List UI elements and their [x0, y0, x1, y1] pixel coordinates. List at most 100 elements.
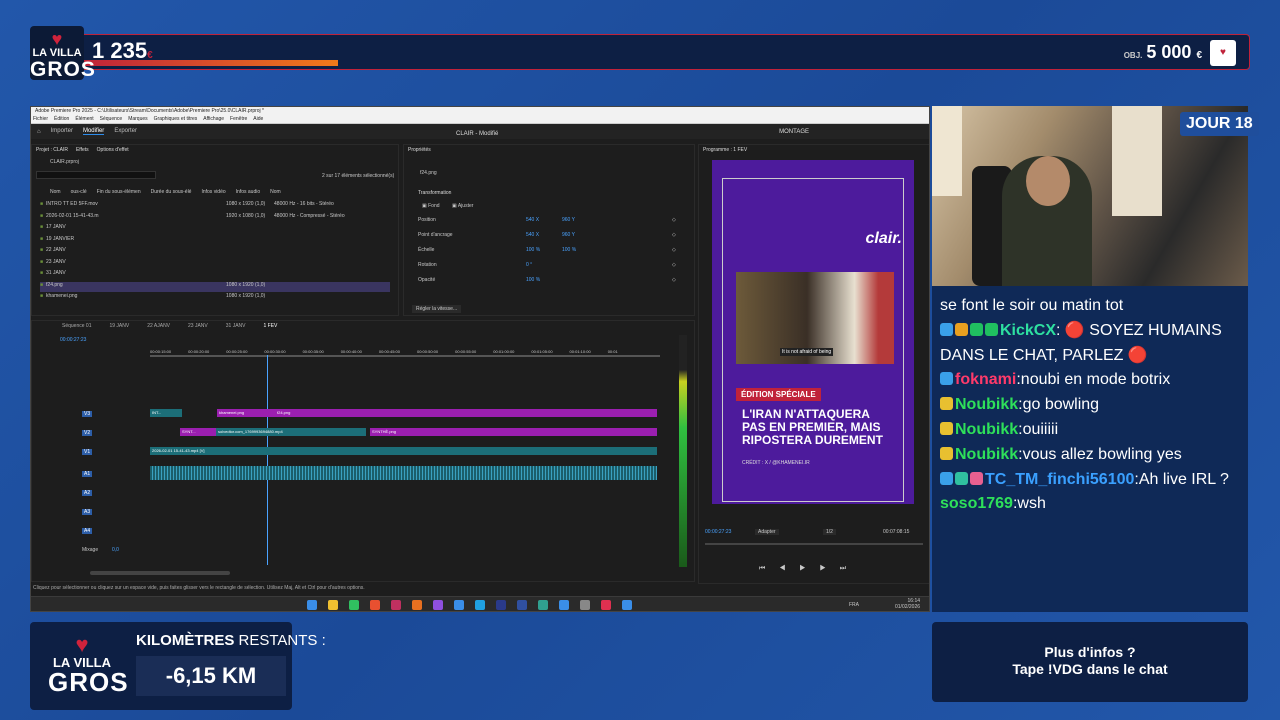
chat-username[interactable]: Noubikk — [955, 421, 1018, 438]
menu-item[interactable]: Marques — [128, 116, 147, 122]
taskbar-app-icon[interactable] — [328, 600, 338, 610]
transform-section[interactable]: Transformation — [418, 190, 451, 196]
column-header[interactable]: Nom — [50, 189, 61, 195]
column-header[interactable]: Fin du sous-élémen — [97, 189, 141, 195]
project-item[interactable]: ■ 17 JANV — [40, 224, 390, 234]
menu-item[interactable]: Fichier — [33, 116, 48, 122]
project-search-input[interactable] — [36, 171, 156, 179]
project-tab[interactable]: Options d'effet — [97, 147, 129, 153]
program-scrubber[interactable] — [705, 543, 923, 545]
timeline-zoom-scrollbar[interactable] — [90, 571, 230, 575]
property-value[interactable]: 960 Y — [562, 217, 575, 223]
column-header[interactable]: Infos vidéo — [201, 189, 225, 195]
project-item[interactable]: ■ 2026-02-01 15-41-43.m 1920 x 1080 (1,0) 4… — [40, 213, 390, 223]
project-item[interactable]: ■ 19 JANVIER — [40, 236, 390, 246]
program-timecode[interactable]: 00:00:27:23 — [705, 529, 731, 535]
chat-username[interactable]: foknami — [955, 371, 1016, 388]
workspace-tab[interactable]: Modifier — [82, 128, 105, 135]
properties-tab[interactable]: Propriétés — [404, 145, 694, 155]
track-label[interactable]: A1 — [82, 471, 93, 477]
taskbar-app-icon[interactable] — [517, 600, 527, 610]
keyframe-icon[interactable]: ◇ — [672, 277, 676, 283]
menu-item[interactable]: Fenêtre — [230, 116, 247, 122]
sequence-tab[interactable]: 1 FEV — [263, 323, 277, 329]
track-label[interactable]: A2 — [82, 490, 93, 496]
keyframe-icon[interactable]: ◇ — [672, 247, 676, 253]
project-tab[interactable]: Effets — [76, 147, 89, 153]
menu-item[interactable]: Affichage — [203, 116, 224, 122]
column-header[interactable]: Durée du sous-élé — [151, 189, 192, 195]
project-item[interactable]: ■ 31 JANV — [40, 270, 390, 280]
clip-v3-khamenei[interactable]: khamenei.png — [217, 409, 275, 417]
home-icon[interactable]: ⌂ — [37, 129, 41, 135]
taskbar-app-icon[interactable] — [622, 600, 632, 610]
chat-username[interactable]: Noubikk — [955, 446, 1018, 463]
chat-username[interactable]: Noubikk — [955, 396, 1018, 413]
resolution-select[interactable]: 1/2 — [823, 529, 836, 535]
taskbar-app-icon[interactable] — [370, 600, 380, 610]
clip-v3-intro[interactable]: INT... — [150, 409, 182, 417]
keyframe-icon[interactable]: ◇ — [672, 217, 676, 223]
taskbar-app-icon[interactable] — [412, 600, 422, 610]
playhead[interactable] — [267, 355, 268, 565]
taskbar-app-icon[interactable] — [601, 600, 611, 610]
track-label[interactable]: V3 — [82, 411, 93, 417]
project-item[interactable]: ■ 23 JANV — [40, 259, 390, 269]
transport-controls[interactable]: ⏮ ◀ ▶ ▶ ⏭ — [759, 565, 852, 573]
taskbar-app-icon[interactable] — [349, 600, 359, 610]
fond-checkbox[interactable]: ▣ Fond — [422, 203, 440, 209]
property-value[interactable]: 960 Y — [562, 232, 575, 238]
sequence-tab[interactable]: 19 JANV — [109, 323, 129, 329]
clip-v2-video[interactable]: solvedtor.com_1769993694880.mp4 — [216, 428, 366, 436]
taskbar-app-icon[interactable] — [580, 600, 590, 610]
workspace-tab[interactable]: Importer — [51, 128, 73, 135]
column-header[interactable]: ous-clé — [71, 189, 87, 195]
track-label[interactable]: A3 — [82, 509, 93, 515]
property-value[interactable]: 100 % — [562, 247, 576, 253]
sequence-tab[interactable]: 23 JANV — [188, 323, 208, 329]
property-value[interactable]: 540 X — [526, 232, 539, 238]
keyframe-icon[interactable]: ◇ — [672, 232, 676, 238]
clip-v2-synthe[interactable]: SYNTHÈ.png — [370, 428, 657, 436]
project-tab[interactable]: Projet : CLAIR — [36, 147, 68, 153]
project-item[interactable]: ■ 22 JANV — [40, 247, 390, 257]
taskbar-clock[interactable]: 16:14 01/02/2026 — [895, 598, 920, 610]
taskbar-lang[interactable]: FRA — [849, 602, 859, 608]
property-value[interactable]: 100 % — [526, 247, 540, 253]
menu-item[interactable]: Graphiques et titres — [154, 116, 198, 122]
time-ruler[interactable] — [150, 355, 660, 357]
property-value[interactable]: 100 % — [526, 277, 540, 283]
montage-label[interactable]: MONTAGE — [779, 129, 809, 135]
keyframe-icon[interactable]: ◇ — [672, 262, 676, 268]
track-label[interactable]: Mixage — [82, 547, 98, 553]
property-value[interactable]: 540 X — [526, 217, 539, 223]
menu-item[interactable]: Aide — [253, 116, 263, 122]
track-label[interactable]: V2 — [82, 430, 93, 436]
chat-username[interactable]: KickCX — [1000, 322, 1056, 339]
sequence-tab[interactable]: 31 JANV — [226, 323, 246, 329]
mix-value[interactable]: 0,0 — [112, 547, 119, 553]
taskbar-app-icon[interactable] — [475, 600, 485, 610]
column-header[interactable]: Infos audio — [236, 189, 260, 195]
project-item[interactable]: ■ f24.png 1080 x 1920 (1,0) — [40, 281, 390, 292]
timeline-timecode[interactable]: 00:00:27:23 — [60, 337, 86, 343]
sequence-tab[interactable]: 22 AJANV — [147, 323, 170, 329]
taskbar-app-icon[interactable] — [559, 600, 569, 610]
clip-v2-synth[interactable]: SYNT... — [180, 428, 216, 436]
column-header[interactable]: Nom — [270, 189, 281, 195]
taskbar-app-icon[interactable] — [307, 600, 317, 610]
project-item[interactable]: ■ khamenei.png 1080 x 1920 (1,0) — [40, 293, 390, 303]
speed-button[interactable]: Régler la vitesse... — [412, 305, 462, 313]
chat-username[interactable]: TC_TM_finchi56100 — [985, 471, 1134, 488]
menu-item[interactable]: Élément — [75, 116, 93, 122]
ajuster-checkbox[interactable]: ▣ Ajuster — [452, 203, 473, 209]
taskbar-app-icon[interactable] — [454, 600, 464, 610]
project-item[interactable]: ■ INTRO TT ED 5FF.mov 1080 x 1920 (1,0) 480… — [40, 201, 390, 211]
clip-a1-audio[interactable] — [150, 466, 657, 480]
workspace-tab[interactable]: Exporter — [114, 128, 137, 135]
track-label[interactable]: A4 — [82, 528, 93, 534]
taskbar-app-icon[interactable] — [496, 600, 506, 610]
clip-v1-main[interactable]: 2026-02-01 15-41-43.mp4 [V] — [150, 447, 657, 455]
clip-v3-f24[interactable]: f24.png — [275, 409, 657, 417]
chat-username[interactable]: soso1769 — [940, 495, 1013, 512]
